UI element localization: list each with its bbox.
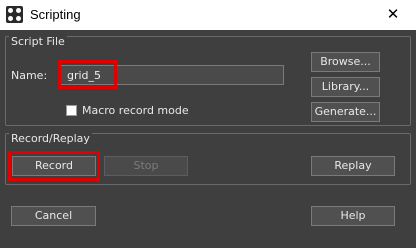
script-file-group-title: Script File [9,35,67,48]
name-input-value: grid_5 [67,69,102,82]
record-button[interactable]: Record [12,156,96,176]
generate-button[interactable]: Generate... [311,102,380,122]
name-input[interactable]: grid_5 [60,65,284,85]
window-title: Scripting [30,7,81,22]
name-label: Name: [11,69,48,82]
record-replay-group-title: Record/Replay [9,132,92,145]
stop-button[interactable]: Stop [104,156,188,176]
title-bar: Scripting ✕ [0,0,416,30]
cancel-button[interactable]: Cancel [11,206,96,226]
replay-button[interactable]: Replay [311,156,395,176]
macro-record-label: Macro record mode [82,104,189,117]
close-icon[interactable]: ✕ [370,0,416,30]
browse-button[interactable]: Browse... [311,52,380,72]
library-button[interactable]: Library... [311,77,380,97]
app-icon [6,6,23,23]
macro-record-checkbox[interactable] [66,105,77,116]
help-button[interactable]: Help [311,206,395,226]
